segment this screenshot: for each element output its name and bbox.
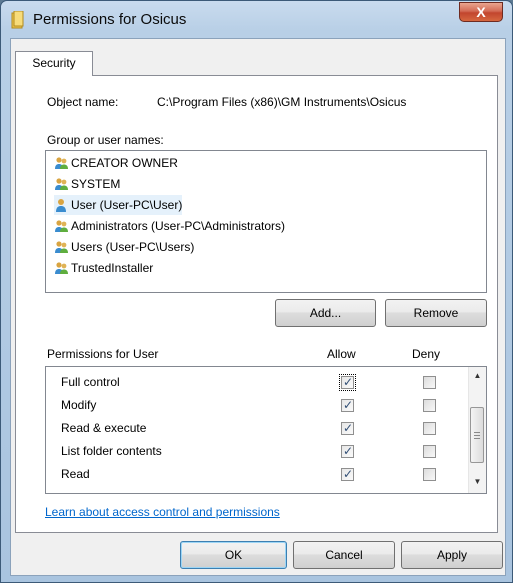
user-name: CREATOR OWNER	[71, 156, 178, 170]
user-list[interactable]: CREATOR OWNER SYSTEM User (User-PC\User) Ad…	[45, 150, 487, 293]
allow-checkbox[interactable]: ✓	[339, 374, 356, 391]
check-icon: ✓	[343, 444, 354, 458]
group-icon	[54, 219, 71, 233]
check-icon: ✓	[343, 375, 354, 389]
user-icon	[54, 198, 71, 212]
user-list-item[interactable]: Administrators (User-PC\Administrators)	[54, 216, 285, 236]
folder-icon	[11, 11, 24, 29]
user-list-item[interactable]: User (User-PC\User)	[54, 195, 183, 215]
permissions-scrollbar[interactable]: ▲ ▼	[468, 367, 486, 493]
remove-button[interactable]: Remove	[385, 299, 487, 327]
close-button[interactable]: X	[459, 2, 503, 22]
user-list-item[interactable]: SYSTEM	[54, 174, 120, 194]
deny-checkbox[interactable]	[423, 376, 436, 389]
permission-name: List folder contents	[61, 444, 162, 458]
deny-checkbox[interactable]	[423, 422, 436, 435]
permission-name: Full control	[61, 375, 120, 389]
window-title: Permissions for Osicus	[33, 11, 187, 28]
allow-checkbox[interactable]: ✓	[341, 398, 354, 412]
group-icon	[54, 156, 71, 170]
check-icon: ✓	[343, 421, 354, 435]
object-name-value: C:\Program Files (x86)\GM Instruments\Os…	[157, 95, 407, 109]
user-name: TrustedInstaller	[71, 261, 154, 275]
add-button[interactable]: Add...	[275, 299, 376, 327]
apply-button[interactable]: Apply	[401, 541, 503, 569]
title-bar[interactable]: Permissions for Osicus X	[1, 1, 512, 39]
check-icon: ✓	[343, 398, 354, 412]
cancel-button[interactable]: Cancel	[293, 541, 395, 569]
user-name: SYSTEM	[71, 177, 121, 191]
user-name: Users (User-PC\Users)	[71, 240, 195, 254]
check-icon: ✓	[343, 467, 354, 481]
deny-checkbox[interactable]	[423, 445, 436, 458]
tab-security[interactable]: Security	[15, 51, 93, 76]
scroll-down-icon[interactable]: ▼	[469, 473, 486, 490]
user-name: User (User-PC\User)	[71, 198, 183, 212]
user-name: Administrators (User-PC\Administrators)	[71, 219, 286, 233]
user-list-item[interactable]: TrustedInstaller	[54, 258, 153, 278]
group-icon	[54, 177, 71, 191]
access-control-help-link[interactable]: Learn about access control and permissio…	[45, 505, 280, 519]
group-names-label: Group or user names:	[47, 133, 164, 147]
allow-checkbox[interactable]: ✓	[341, 467, 354, 481]
group-icon	[54, 261, 71, 275]
allow-checkbox[interactable]: ✓	[341, 444, 354, 458]
object-name-label: Object name:	[47, 95, 119, 109]
permission-name: Modify	[61, 398, 97, 412]
deny-checkbox[interactable]	[423, 468, 436, 481]
user-list-item[interactable]: CREATOR OWNER	[54, 153, 178, 173]
permissions-for-label: Permissions for User	[47, 347, 159, 361]
ok-button[interactable]: OK	[180, 541, 287, 569]
allow-checkbox[interactable]: ✓	[341, 421, 354, 435]
user-list-item[interactable]: Users (User-PC\Users)	[54, 237, 194, 257]
permissions-list: ▲ ▼ Full control ✓ Modify ✓ Read & execute ✓ L…	[45, 366, 487, 494]
permission-name: Read	[61, 467, 90, 481]
deny-column-header: Deny	[412, 347, 441, 361]
scroll-up-icon[interactable]: ▲	[469, 367, 486, 384]
group-icon	[54, 240, 71, 254]
allow-column-header: Allow	[327, 347, 356, 361]
permission-name: Read & execute	[61, 421, 147, 435]
deny-checkbox[interactable]	[423, 399, 436, 412]
scroll-thumb[interactable]	[470, 407, 484, 463]
